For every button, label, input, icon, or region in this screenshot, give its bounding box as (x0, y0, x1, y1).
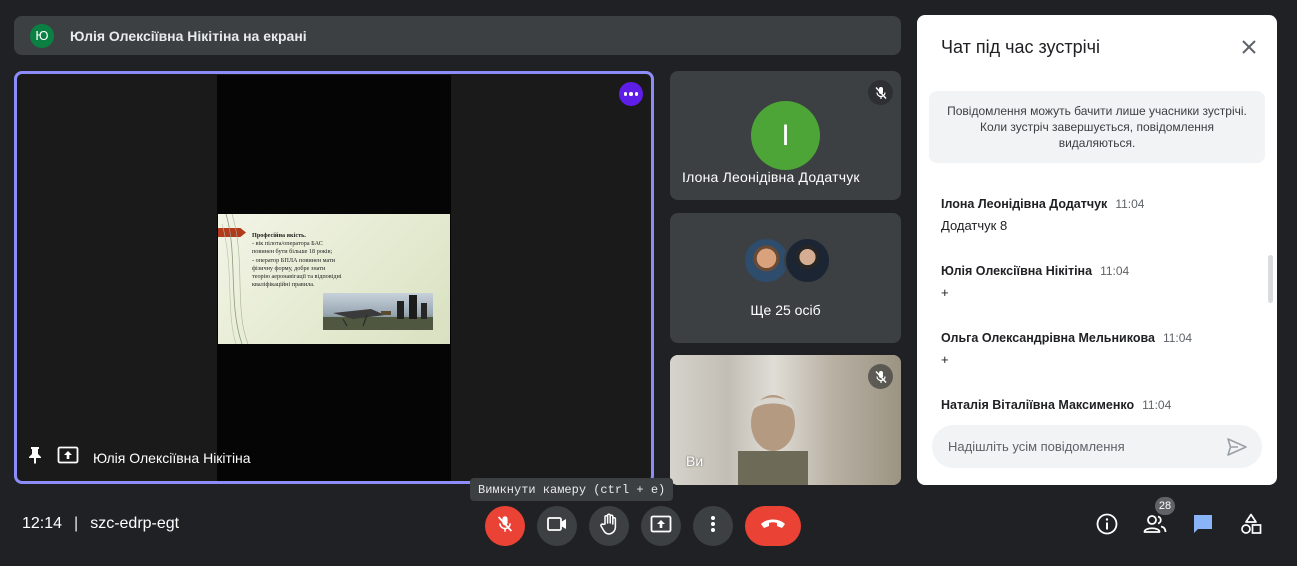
message-sender: Ольга Олександрівна Мельникова (941, 331, 1155, 345)
slide-line: фізичну форму, добре знати (252, 264, 326, 272)
presentation-slide: Професійна якість. - вік пілота/оператор… (218, 214, 450, 344)
self-name-label: Ви (686, 453, 704, 469)
present-screen-button[interactable] (641, 506, 681, 546)
mic-off-icon (868, 80, 893, 105)
dot-icon (629, 92, 633, 96)
more-participants-tile[interactable]: Ще 25 осіб (670, 213, 901, 343)
main-presentation-tile[interactable]: Професійна якість. - вік пілота/оператор… (14, 71, 654, 484)
camera-toggle-button[interactable] (537, 506, 577, 546)
activities-button[interactable] (1238, 513, 1264, 539)
presenting-banner: Ю Юлія Олексіївна Нікітіна на екрані (14, 16, 901, 55)
presenting-banner-text: Юлія Олексіївна Нікітіна на екрані (70, 27, 307, 44)
message-text: Додатчук 8 (941, 218, 1008, 233)
message-sender: Наталія Віталіївна Максименко (941, 398, 1135, 412)
message-time: 11:04 (1115, 197, 1145, 211)
participants-button[interactable] (1142, 513, 1168, 539)
presenter-name: Юлія Олексіївна Нікітіна (93, 449, 251, 466)
more-options-button[interactable] (619, 82, 643, 106)
video-camera-icon (547, 516, 567, 536)
chat-title: Чат під час зустрічі (941, 37, 1100, 57)
chat-compose (932, 425, 1262, 468)
chat-scrollbar[interactable] (1268, 255, 1273, 303)
phone-hangup-icon (760, 517, 786, 535)
chat-panel: Чат під час зустрічі Повідомлення можуть… (917, 15, 1277, 485)
chat-icon (1192, 513, 1214, 540)
dot-icon (634, 92, 639, 96)
participant-name: Ілона Леонідівна Додатчук (682, 169, 860, 185)
separator: | (74, 515, 79, 532)
slide-line: теорію аеронавігації та відповідні (252, 273, 342, 281)
present-screen-icon (650, 515, 672, 538)
slide-line: кваліфікаційні правила. (252, 281, 315, 289)
chat-notice: Повідомлення можуть бачити лише учасники… (929, 91, 1265, 163)
meeting-code: szc-edrp-egt (90, 515, 180, 532)
participants-count-badge: 28 (1155, 497, 1175, 515)
current-time: 12:14 (22, 515, 63, 532)
participant-avatar-group (743, 237, 831, 284)
message-time: 11:04 (1100, 264, 1130, 278)
dot-icon (623, 92, 628, 96)
mic-off-icon (868, 364, 893, 389)
participant-avatar: І (751, 101, 820, 170)
people-icon (1143, 514, 1167, 539)
camera-tooltip: Вимкнути камеру (ctrl + e) (470, 478, 674, 501)
chat-message: Наталія Віталіївна Максименко 11:04 (941, 396, 1251, 414)
chat-message: Юлія Олексіївна Нікітіна 11:04 + (941, 262, 1251, 300)
pin-icon[interactable] (27, 446, 43, 469)
meeting-details-button[interactable] (1094, 513, 1120, 539)
mic-toggle-button[interactable] (485, 506, 525, 546)
slide-heading: Професійна якість. (252, 232, 306, 239)
more-participants-label: Ще 25 осіб (750, 302, 821, 318)
slide-line: - вік пілота/оператора БАС (252, 240, 323, 248)
more-vert-icon (710, 515, 716, 538)
self-camera-person (738, 395, 808, 485)
leave-call-button[interactable] (745, 506, 801, 546)
message-time: 11:04 (1162, 331, 1193, 345)
message-sender: Ілона Леонідівна Додатчук (941, 197, 1108, 211)
participant-tile[interactable]: І Ілона Леонідівна Додатчук (670, 71, 901, 200)
raise-hand-button[interactable] (589, 506, 629, 546)
chat-message: Ольга Олександрівна Мельникова 11:04 + (941, 329, 1251, 367)
meeting-info: 12:14 | szc-edrp-egt (22, 515, 179, 533)
message-text: + (941, 352, 949, 367)
message-time: 11:04 (1142, 398, 1172, 412)
slide-text: Професійна якість. - вік пілота/оператор… (252, 232, 392, 289)
message-sender: Юлія Олексіївна Нікітіна (941, 264, 1093, 278)
slide-line: - оператор БПЛА повинен мати (252, 256, 336, 264)
shared-screen: Професійна якість. - вік пілота/оператор… (217, 75, 451, 481)
screen-share-icon (57, 446, 79, 469)
chat-message-input[interactable] (948, 425, 1218, 468)
chat-button[interactable] (1190, 513, 1216, 539)
main-tile-footer: Юлія Олексіївна Нікітіна (27, 446, 251, 469)
close-icon[interactable] (1237, 35, 1261, 59)
participant-avatar (743, 237, 790, 284)
hand-icon (599, 513, 619, 540)
send-icon[interactable] (1226, 436, 1248, 458)
chat-message: Ілона Леонідівна Додатчук 11:04 Додатчук … (941, 195, 1251, 233)
self-view-tile[interactable]: Ви (670, 355, 901, 485)
more-options-button[interactable] (693, 506, 733, 546)
slide-drone-photo (323, 293, 433, 330)
participant-avatar (784, 237, 831, 284)
slide-line: повинен бути більше 18 років; (252, 248, 333, 256)
shapes-icon (1240, 513, 1262, 540)
info-icon (1096, 513, 1118, 540)
mic-off-icon (496, 515, 514, 538)
presenter-avatar: Ю (30, 23, 54, 48)
message-text: + (941, 285, 949, 300)
